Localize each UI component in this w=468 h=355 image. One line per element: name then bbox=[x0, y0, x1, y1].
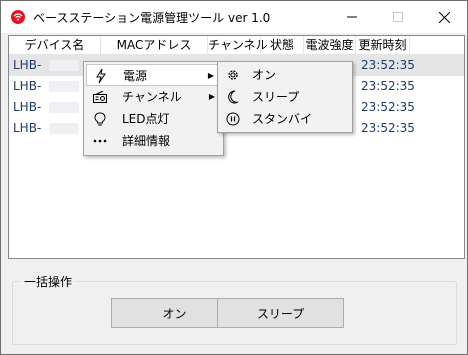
app-window: ベースステーション電源管理ツール ver 1.0 デバイス名 MACアドレス チ… bbox=[0, 0, 468, 355]
update-time: 23:52:35 bbox=[361, 58, 415, 72]
radio-icon bbox=[92, 86, 108, 108]
pause-circle-icon bbox=[225, 108, 241, 130]
moon-icon bbox=[225, 86, 241, 108]
bulk-operation-label: 一括操作 bbox=[21, 273, 76, 290]
column-channel[interactable]: チャンネル bbox=[208, 36, 268, 54]
redacted-cell bbox=[49, 81, 79, 92]
column-mac-address[interactable]: MACアドレス bbox=[101, 36, 208, 54]
power-submenu: オン スリープ スタンバイ bbox=[217, 61, 353, 133]
more-icon bbox=[92, 130, 108, 152]
submenu-item-sleep[interactable]: スリープ bbox=[220, 86, 350, 108]
update-time: 23:52:35 bbox=[361, 121, 415, 135]
wifi-app-icon bbox=[11, 10, 25, 24]
close-icon bbox=[438, 11, 450, 23]
submenu-item-label: スリープ bbox=[252, 90, 300, 104]
column-status[interactable]: 状態 bbox=[261, 36, 304, 54]
window-title: ベースステーション電源管理ツール ver 1.0 bbox=[33, 11, 271, 25]
menu-item-label: 電源 bbox=[123, 69, 148, 83]
list-header: デバイス名 MACアドレス チャンネル 状態 電波強度 更新時刻 bbox=[9, 36, 464, 55]
column-updated[interactable]: 更新時刻 bbox=[356, 36, 410, 54]
device-name: LHB- bbox=[13, 121, 42, 135]
submenu-item-label: スタンバイ bbox=[252, 112, 313, 126]
maximize-button[interactable] bbox=[375, 1, 421, 33]
submenu-arrow-icon: ▶ bbox=[207, 71, 214, 80]
menu-item-label: LED点灯 bbox=[122, 112, 170, 126]
submenu-item-label: オン bbox=[252, 68, 277, 82]
gear-icon bbox=[225, 64, 241, 86]
update-time: 23:52:35 bbox=[361, 79, 415, 93]
device-name: LHB- bbox=[13, 79, 42, 93]
submenu-arrow-icon: ▶ bbox=[208, 92, 215, 101]
menu-item-label: チャンネル bbox=[122, 90, 182, 104]
bulk-sleep-button[interactable]: スリープ bbox=[217, 298, 344, 328]
context-menu: 電源 ▶ チャンネル ▶ LED点灯 詳細情報 bbox=[83, 61, 224, 156]
close-button[interactable] bbox=[421, 1, 467, 33]
redacted-cell bbox=[49, 60, 79, 71]
menu-item-details[interactable]: 詳細情報 bbox=[86, 130, 221, 152]
submenu-item-on[interactable]: オン bbox=[220, 64, 350, 86]
redacted-cell bbox=[49, 123, 79, 134]
column-device-name[interactable]: デバイス名 bbox=[9, 36, 101, 54]
maximize-icon bbox=[393, 12, 403, 22]
title-bar: ベースステーション電源管理ツール ver 1.0 bbox=[1, 1, 467, 33]
redacted-cell bbox=[49, 102, 79, 113]
menu-item-channel[interactable]: チャンネル ▶ bbox=[86, 86, 221, 108]
minimize-icon bbox=[347, 16, 357, 18]
menu-item-label: 詳細情報 bbox=[122, 134, 171, 148]
menu-item-led[interactable]: LED点灯 bbox=[86, 108, 221, 130]
update-time: 23:52:35 bbox=[361, 100, 415, 114]
device-name: LHB- bbox=[13, 58, 42, 72]
lightning-icon bbox=[93, 65, 109, 87]
minimize-button[interactable] bbox=[329, 1, 375, 33]
column-signal[interactable]: 電波強度 bbox=[304, 36, 356, 54]
submenu-item-standby[interactable]: スタンバイ bbox=[220, 108, 350, 130]
lightbulb-icon bbox=[92, 108, 108, 130]
device-name: LHB- bbox=[13, 100, 42, 114]
menu-item-power[interactable]: 電源 ▶ bbox=[86, 64, 221, 86]
